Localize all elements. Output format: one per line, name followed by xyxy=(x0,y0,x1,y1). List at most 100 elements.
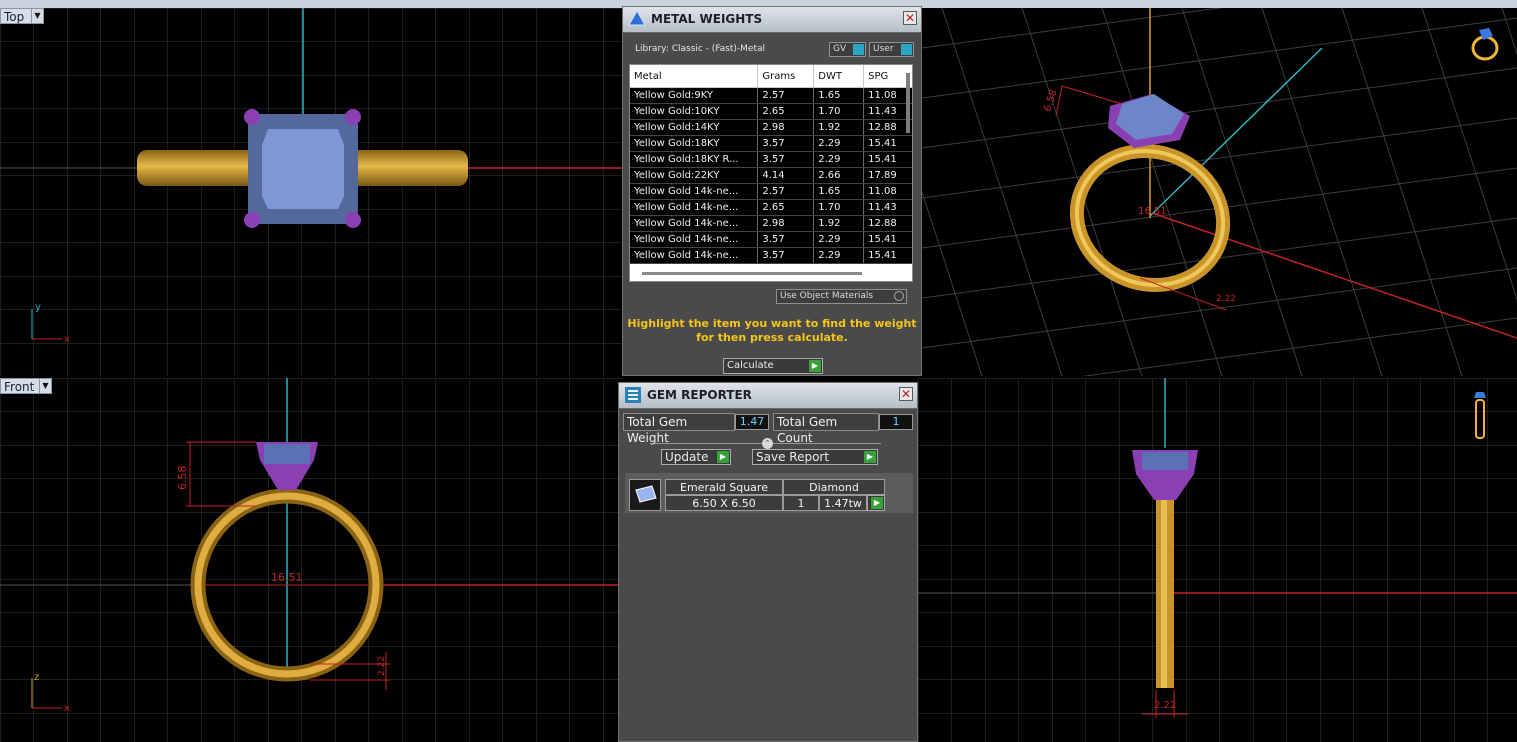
gv-toggle[interactable]: GV xyxy=(829,42,866,57)
gem-detail-button[interactable]: ▶ xyxy=(867,495,885,511)
total-gem-weight-label: Total Gem Weight xyxy=(623,413,735,445)
side-viewport-canvas: 2.22 xyxy=(918,378,1517,742)
stone-side xyxy=(1142,452,1188,470)
viewport-front[interactable]: 6.58 16.51 2.22 z x Front ▼ xyxy=(0,378,622,742)
close-icon[interactable]: ✕ xyxy=(899,387,913,401)
save-report-button[interactable]: Save Report ▶ xyxy=(752,449,878,465)
viewport-top[interactable]: y x Top ▼ xyxy=(0,8,622,376)
spg-cell: 15.41 xyxy=(863,135,912,152)
dwt-cell: 2.66 xyxy=(813,167,865,184)
table-vertical-scrollbar[interactable] xyxy=(906,73,910,133)
table-row[interactable]: Yellow Gold:10KY 2.65 1.70 11.43 xyxy=(630,103,912,120)
camera-orientation-icon[interactable] xyxy=(1472,388,1488,442)
metal-name-cell: Yellow Gold:14KY xyxy=(630,119,759,136)
axis-x-label: x xyxy=(64,334,70,345)
axis-z-label: z xyxy=(34,672,39,683)
table-row[interactable]: Yellow Gold:9KY 2.57 1.65 11.08 xyxy=(630,87,912,104)
persp-width-dim: 16.51 xyxy=(1138,206,1167,217)
table-horizontal-scrollbar[interactable] xyxy=(642,272,862,275)
prong xyxy=(244,212,260,228)
dwt-cell: 1.65 xyxy=(813,87,865,104)
metal-name-cell: Yellow Gold:18KY R... xyxy=(630,151,759,168)
grams-cell: 2.57 xyxy=(757,87,815,104)
dwt-cell: 2.29 xyxy=(813,247,865,264)
table-row[interactable]: Yellow Gold 14k-ne... 2.98 1.92 12.88 xyxy=(630,215,912,232)
front-width-dim: 16.51 xyxy=(271,571,303,584)
viewport-front-label[interactable]: Front xyxy=(0,378,40,394)
metal-weights-icon xyxy=(627,9,647,29)
viewport-top-dropdown[interactable]: ▼ xyxy=(31,8,44,24)
hint-line-2: for then press calculate. xyxy=(696,331,848,344)
grams-cell: 3.57 xyxy=(757,231,815,248)
calculate-button[interactable]: Calculate ▶ xyxy=(723,358,823,374)
table-row[interactable]: Yellow Gold 14k-ne... 3.57 2.29 15.41 xyxy=(630,231,912,248)
gem-size: 6.50 X 6.50 xyxy=(665,495,783,511)
metal-weights-panel: METAL WEIGHTS ✕ Library: Classic - (Fast… xyxy=(622,6,922,376)
front-height-dim: 6.58 xyxy=(176,466,189,491)
spg-cell: 12.88 xyxy=(863,215,912,232)
dwt-cell: 1.92 xyxy=(813,215,865,232)
metal-name-cell: Yellow Gold:10KY xyxy=(630,103,759,120)
viewport-perspective[interactable]: 6.58 16.51 2.22 xyxy=(922,8,1517,376)
grams-cell: 2.57 xyxy=(757,183,815,200)
viewport-top-label[interactable]: Top xyxy=(0,8,32,24)
save-report-button-label: Save Report xyxy=(756,450,830,464)
spg-cell: 15.41 xyxy=(863,151,912,168)
table-row[interactable]: Yellow Gold:18KY R... 3.57 2.29 15.41 xyxy=(630,151,912,168)
gem-reporter-titlebar[interactable]: GEM REPORTER ✕ xyxy=(619,383,917,409)
metal-name-cell: Yellow Gold 14k-ne... xyxy=(630,231,759,248)
metal-weights-title: METAL WEIGHTS xyxy=(651,12,763,26)
user-toggle[interactable]: User xyxy=(869,42,914,57)
grams-cell: 2.65 xyxy=(757,199,815,216)
use-object-materials-dropdown[interactable]: Use Object Materials xyxy=(776,289,907,304)
metal-name-cell: Yellow Gold:18KY xyxy=(630,135,759,152)
spg-cell: 15.41 xyxy=(863,247,912,264)
gem-thumbnail-icon[interactable] xyxy=(629,479,661,511)
table-row[interactable]: Yellow Gold 14k-ne... 2.57 1.65 11.08 xyxy=(630,183,912,200)
column-header-grams[interactable]: Grams xyxy=(757,65,815,88)
table-row[interactable]: Yellow Gold:22KY 4.14 2.66 17.89 xyxy=(630,167,912,184)
table-row[interactable]: Yellow Gold:18KY 3.57 2.29 15.41 xyxy=(630,135,912,152)
gem-count: 1 xyxy=(783,495,819,511)
dwt-cell: 2.29 xyxy=(813,151,865,168)
dwt-cell: 1.65 xyxy=(813,183,865,200)
metal-name-cell: Yellow Gold 14k-ne... xyxy=(630,199,759,216)
gem-reporter-icon xyxy=(623,385,643,405)
update-button[interactable]: Update ▶ xyxy=(661,449,731,465)
gem-list-item[interactable]: Emerald Square Diamond 6.50 X 6.50 1 1.4… xyxy=(625,473,913,513)
library-label: Library: Classic - (Fast)-Metal xyxy=(635,44,766,54)
table-row[interactable]: Yellow Gold 14k-ne... 3.57 2.29 15.41 xyxy=(630,247,912,264)
dwt-cell: 1.70 xyxy=(813,103,865,120)
play-icon: ▶ xyxy=(864,451,876,463)
stone-table xyxy=(262,129,344,209)
grams-cell: 2.65 xyxy=(757,103,815,120)
metal-weights-titlebar[interactable]: METAL WEIGHTS ✕ xyxy=(623,7,921,33)
gem-shape: Emerald Square xyxy=(665,479,783,495)
close-icon[interactable]: ✕ xyxy=(903,11,917,25)
gem-weight: 1.47tw xyxy=(819,495,867,511)
spg-cell: 17.89 xyxy=(863,167,912,184)
table-row[interactable]: Yellow Gold:14KY 2.98 1.92 12.88 xyxy=(630,119,912,136)
dwt-cell: 1.92 xyxy=(813,119,865,136)
metal-table[interactable]: Metal Grams DWT SPG Yellow Gold:9KY 2.57 1… xyxy=(629,64,913,282)
collapse-icon[interactable]: ⌃ xyxy=(762,438,773,449)
stone-front xyxy=(264,444,310,464)
play-icon: ▶ xyxy=(809,360,821,372)
column-header-dwt[interactable]: DWT xyxy=(813,65,865,88)
ring-orientation-icon[interactable] xyxy=(1463,22,1503,62)
grams-cell: 3.57 xyxy=(757,151,815,168)
axis-y-label: y xyxy=(35,302,41,313)
dwt-cell: 2.29 xyxy=(813,135,865,152)
metal-name-cell: Yellow Gold 14k-ne... xyxy=(630,215,759,232)
viewport-front-dropdown[interactable]: ▼ xyxy=(39,378,52,394)
spg-cell: 11.43 xyxy=(863,199,912,216)
metal-name-cell: Yellow Gold 14k-ne... xyxy=(630,183,759,200)
total-gem-count-value: 1 xyxy=(879,414,913,430)
prong xyxy=(345,109,361,125)
viewport-side[interactable]: 2.22 xyxy=(918,378,1517,742)
gv-toggle-label: GV xyxy=(833,44,847,54)
table-row[interactable]: Yellow Gold 14k-ne... 2.65 1.70 11.43 xyxy=(630,199,912,216)
persp-band-dim: 2.22 xyxy=(1216,294,1236,304)
column-header-metal[interactable]: Metal xyxy=(630,65,759,88)
calculate-button-label: Calculate xyxy=(727,360,774,371)
